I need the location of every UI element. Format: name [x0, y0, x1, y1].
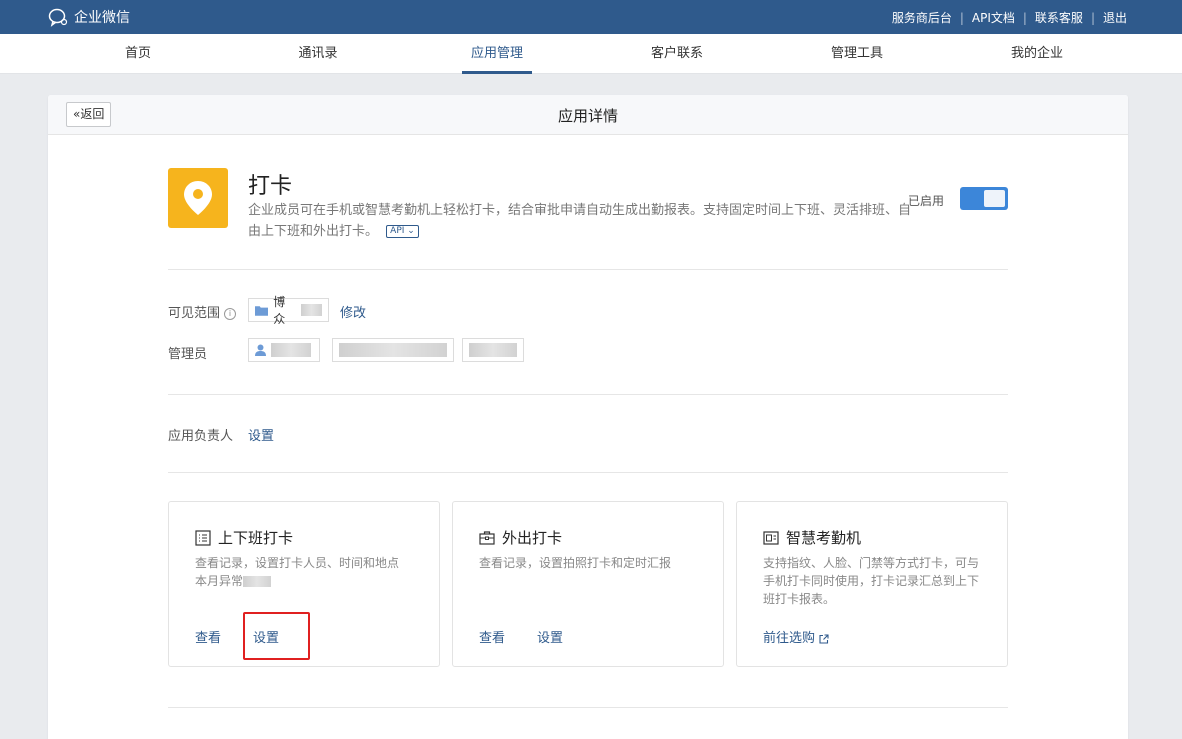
owner-set-link[interactable]: 设置 [248, 425, 274, 444]
admin-label: 管理员 [168, 347, 208, 362]
main-nav: 首页 通讯录 应用管理 客户联系 管理工具 我的企业 [0, 34, 1182, 74]
scope-label-text: 可见范围 [168, 306, 221, 321]
top-link-partner[interactable]: 服务商后台 [892, 9, 952, 26]
card-checkin: 上下班打卡 查看记录，设置打卡人员、时间和地点 本月异常 查看 设置 [168, 501, 440, 667]
card-buy-link-text: 前往选购 [763, 631, 816, 646]
briefcase-icon [479, 530, 495, 545]
card-title: 上下班打卡 [195, 527, 293, 548]
chevron-down-icon: ⌄ [407, 226, 415, 236]
wecom-logo-icon [48, 8, 68, 27]
redacted-text [271, 343, 311, 357]
nav-item-contacts[interactable]: 通讯录 [273, 34, 363, 74]
status-label: 已启用 [908, 194, 945, 208]
separator: | [959, 10, 964, 25]
app-icon [168, 168, 228, 228]
scope-chip: 博众 [248, 295, 329, 326]
app-name: 打卡 [248, 174, 293, 199]
card-title: 智慧考勤机 [763, 527, 861, 548]
divider [168, 707, 1008, 708]
card-anomaly-text: 本月异常 [195, 574, 244, 588]
api-tag[interactable]: API ⌄ [386, 225, 419, 238]
nav-item-customers[interactable]: 客户联系 [632, 34, 722, 74]
user-icon [255, 344, 266, 356]
admin-chip [462, 338, 524, 362]
card-settings-link[interactable]: 设置 [537, 627, 563, 646]
scope-department: 博众 [273, 295, 286, 326]
card-title: 外出打卡 [479, 527, 562, 548]
nav-item-home[interactable]: 首页 [93, 34, 183, 74]
top-link-api-docs[interactable]: API文档 [972, 9, 1015, 26]
app-description-text: 企业成员可在手机或智慧考勤机上轻松打卡，结合审批申请自动生成出勤报表。支持固定时… [248, 203, 912, 239]
card-view-link[interactable]: 查看 [479, 627, 505, 646]
brand-name: 企业微信 [74, 10, 130, 26]
nav-item-tools[interactable]: 管理工具 [812, 34, 902, 74]
app-description: 企业成员可在手机或智慧考勤机上轻松打卡，结合审批申请自动生成出勤报表。支持固定时… [248, 200, 913, 242]
enable-toggle[interactable] [960, 187, 1008, 210]
redacted-text [469, 343, 517, 357]
scope-label: 可见范围 i [168, 302, 237, 321]
info-icon[interactable]: i [224, 307, 237, 320]
top-bar: 企业微信 服务商后台 | API文档 | 联系客服 | 退出 [0, 0, 1182, 34]
folder-icon [255, 305, 269, 316]
device-icon [763, 530, 779, 545]
card-outside-checkin: 外出打卡 查看记录，设置拍照打卡和定时汇报 查看 设置 [452, 501, 724, 667]
redacted-text [339, 343, 447, 357]
card-description: 查看记录，设置打卡人员、时间和地点 本月异常 [195, 554, 415, 590]
app-detail-panel: «返回 应用详情 打卡 企业成员可在手机或智慧考勤机上轻松打卡，结合审批申请自动… [48, 95, 1128, 739]
card-title-text: 上下班打卡 [218, 529, 294, 547]
card-buy-link[interactable]: 前往选购 [763, 627, 829, 646]
separator: | [1022, 10, 1027, 25]
scope-edit-link[interactable]: 修改 [340, 302, 366, 321]
card-title-text: 智慧考勤机 [786, 529, 862, 547]
separator: | [1090, 10, 1095, 25]
admin-chip [248, 338, 320, 362]
top-link-support[interactable]: 联系客服 [1035, 9, 1083, 26]
card-description: 查看记录，设置拍照打卡和定时汇报 [479, 556, 672, 570]
highlight-box [243, 612, 310, 660]
card-title-text: 外出打卡 [502, 529, 563, 547]
external-link-icon [819, 633, 829, 644]
divider [168, 472, 1008, 473]
nav-item-apps[interactable]: 应用管理 [452, 34, 542, 74]
card-description-line: 查看记录，设置打卡人员、时间和地点 [195, 556, 400, 570]
api-tag-label: API [390, 226, 405, 236]
divider [168, 394, 1008, 395]
location-pin-icon [184, 181, 212, 215]
top-link-logout[interactable]: 退出 [1103, 9, 1127, 26]
toggle-knob [984, 190, 1005, 207]
list-icon [195, 529, 211, 546]
card-description: 支持指纹、人脸、门禁等方式打卡，可与手机打卡同时使用，打卡记录汇总到上下班打卡报… [763, 556, 980, 606]
top-links: 服务商后台 | API文档 | 联系客服 | 退出 [892, 9, 1127, 26]
admin-chip [332, 338, 454, 362]
brand[interactable]: 企业微信 [48, 7, 130, 27]
page-title: 应用详情 [557, 107, 618, 125]
card-attendance-machine: 智慧考勤机 支持指纹、人脸、门禁等方式打卡，可与手机打卡同时使用，打卡记录汇总到… [736, 501, 1008, 667]
owner-label: 应用负责人 [168, 429, 234, 444]
divider [168, 269, 1008, 270]
nav-item-enterprise[interactable]: 我的企业 [992, 34, 1082, 74]
panel-header: «返回 应用详情 [48, 95, 1128, 135]
card-view-link[interactable]: 查看 [195, 627, 221, 646]
card-description-line: 本月异常 [195, 572, 415, 590]
redacted-text [243, 576, 272, 587]
redacted-text [301, 304, 322, 316]
